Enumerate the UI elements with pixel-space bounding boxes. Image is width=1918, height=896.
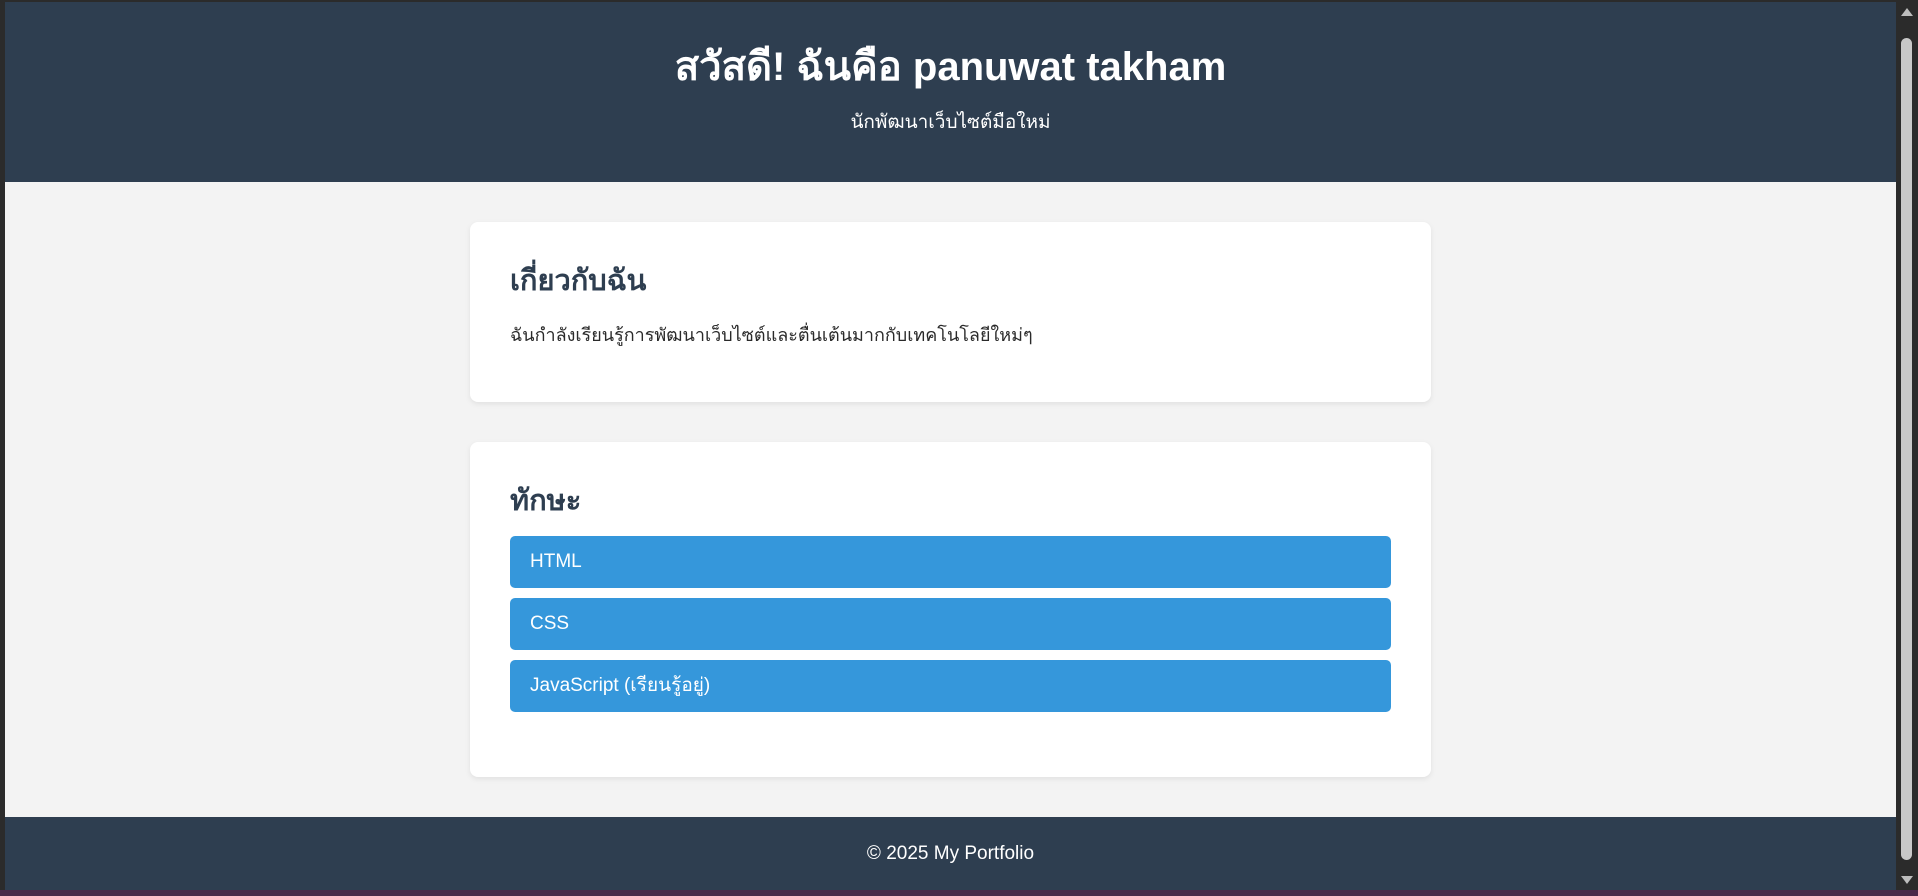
about-heading: เกี่ยวกับฉัน [510, 265, 647, 297]
page-viewport: สวัสดี! ฉันคือ panuwat takham นักพัฒนาเว… [5, 2, 1896, 890]
skill-item-html: HTML [510, 536, 1391, 588]
scroll-up-arrow-icon[interactable] [1901, 8, 1913, 16]
skills-card: ทักษะ HTML CSS JavaScript (เรียนรู้อยู่) [470, 442, 1431, 777]
site-footer: © 2025 My Portfolio [5, 817, 1896, 890]
scroll-down-arrow-icon[interactable] [1901, 876, 1913, 884]
skill-item-css: CSS [510, 598, 1391, 650]
scrollbar-thumb[interactable] [1901, 38, 1912, 860]
skills-heading: ทักษะ [510, 485, 582, 517]
site-header: สวัสดี! ฉันคือ panuwat takham นักพัฒนาเว… [5, 2, 1896, 182]
page-title: สวัสดี! ฉันคือ panuwat takham [674, 45, 1227, 89]
page-subtitle: นักพัฒนาเว็บไซต์มือใหม่ [850, 112, 1051, 133]
vertical-scrollbar[interactable] [1898, 2, 1915, 890]
skill-item-javascript: JavaScript (เรียนรู้อยู่) [510, 660, 1391, 712]
main-content: เกี่ยวกับฉัน ฉันกำลังเรียนรู้การพัฒนาเว็… [470, 222, 1431, 777]
about-text: ฉันกำลังเรียนรู้การพัฒนาเว็บไซต์และตื่นเ… [510, 325, 1033, 345]
browser-frame: สวัสดี! ฉันคือ panuwat takham นักพัฒนาเว… [0, 0, 1918, 896]
taskbar-edge [0, 890, 1918, 896]
footer-text: © 2025 My Portfolio [866, 843, 1035, 864]
about-card: เกี่ยวกับฉัน ฉันกำลังเรียนรู้การพัฒนาเว็… [470, 222, 1431, 402]
skills-list: HTML CSS JavaScript (เรียนรู้อยู่) [510, 536, 1391, 712]
